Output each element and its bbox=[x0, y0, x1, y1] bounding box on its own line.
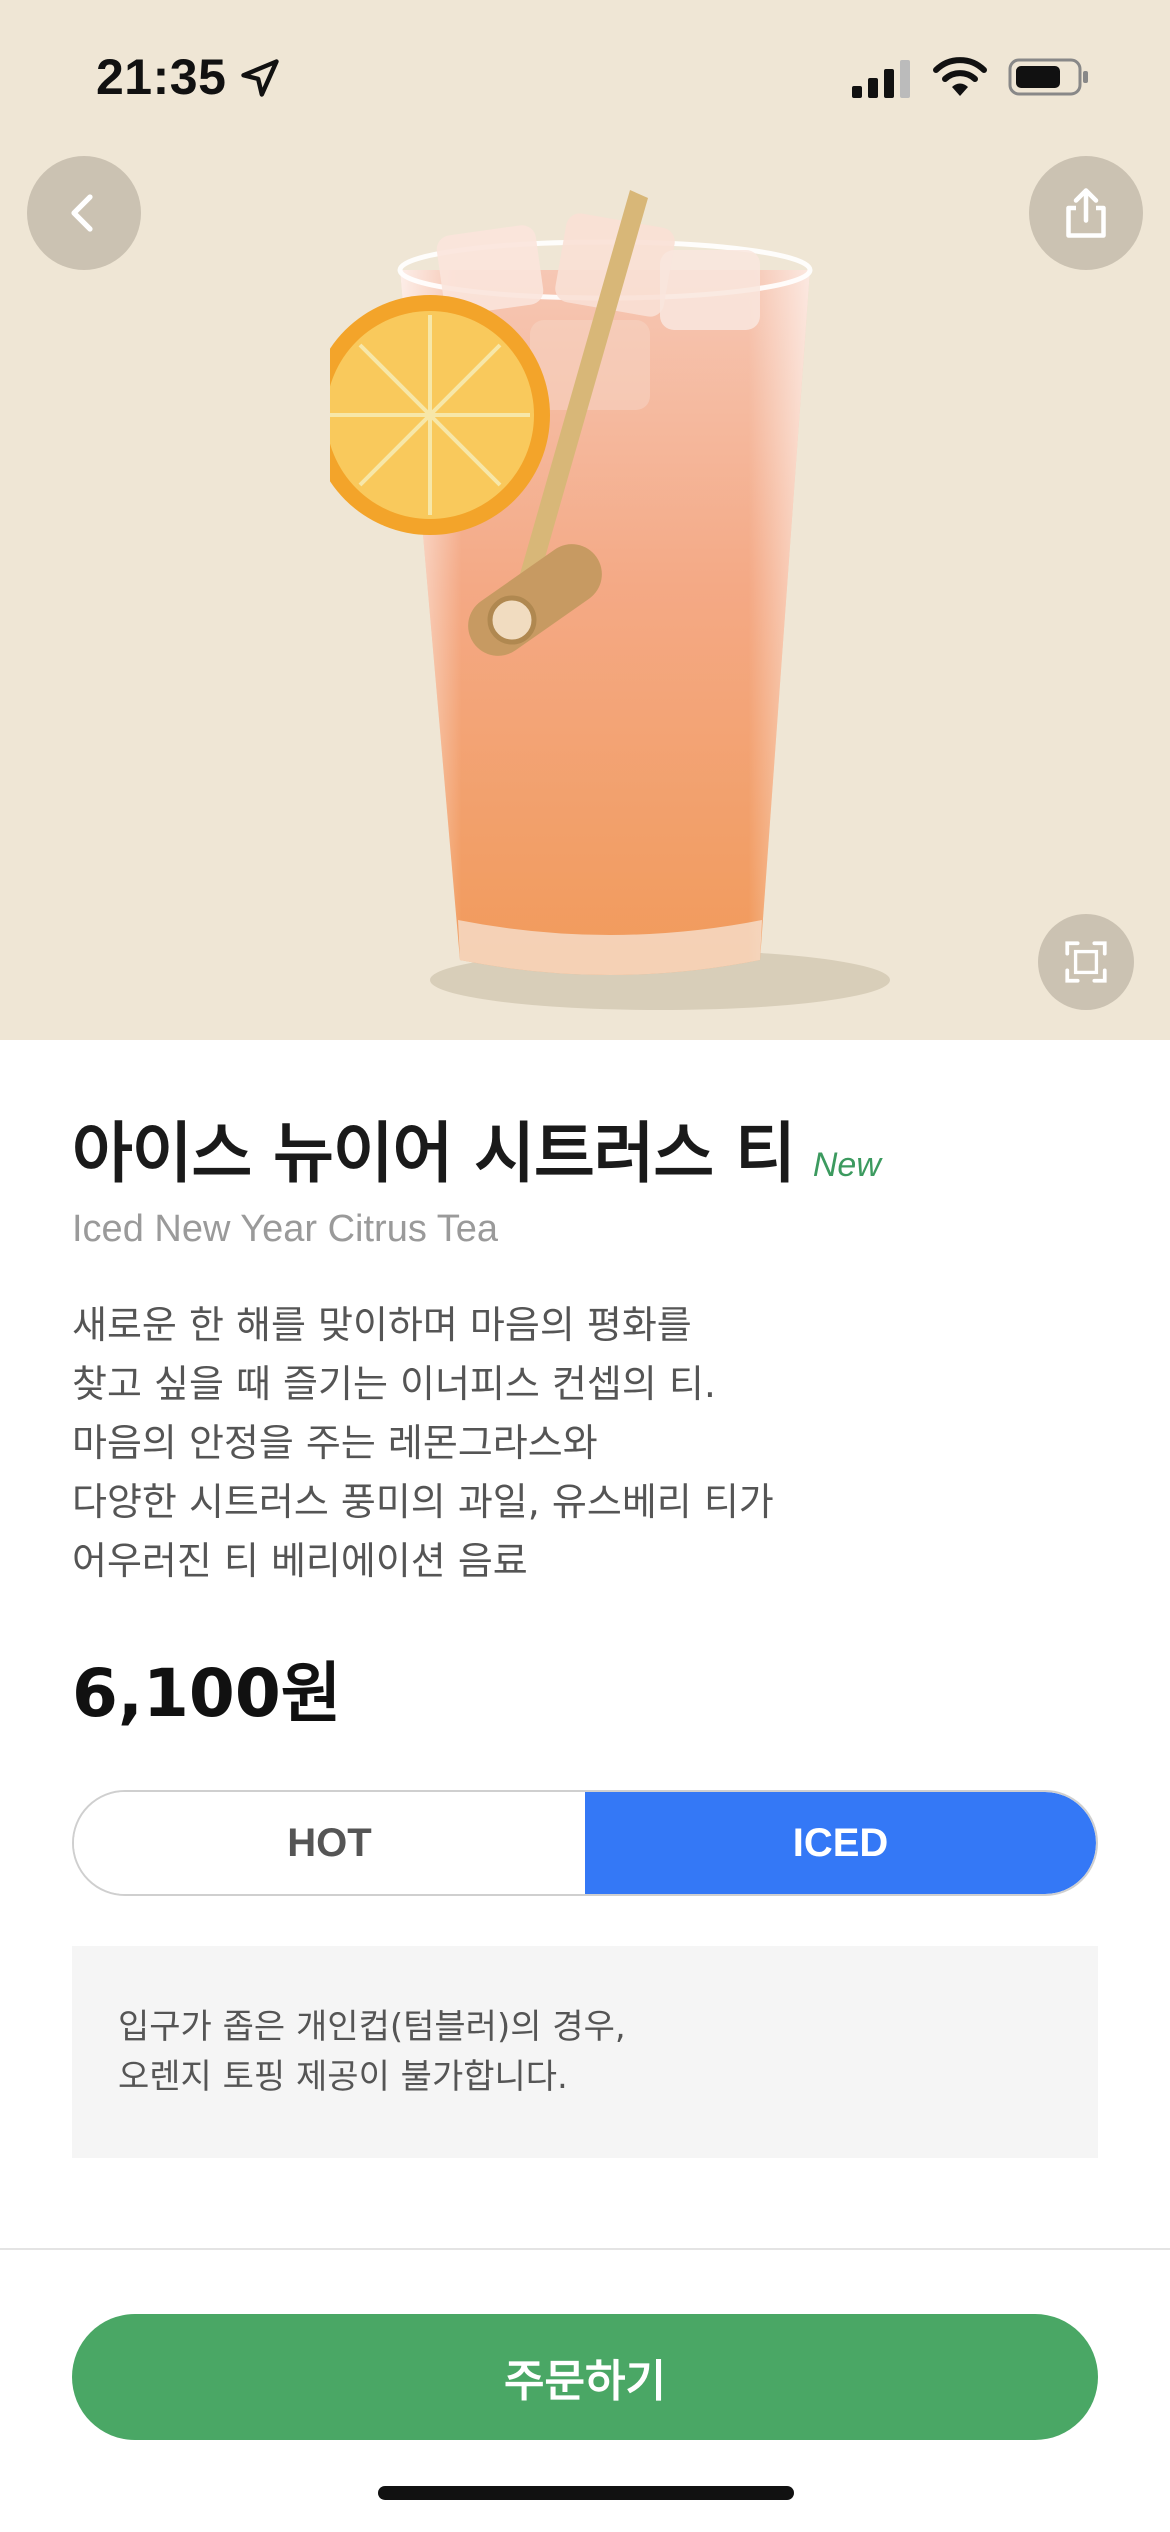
product-title-row: 아이스 뉴이어 시트러스 티 New bbox=[72, 1100, 881, 1196]
expand-icon bbox=[1065, 941, 1107, 983]
temperature-toggle: HOT ICED bbox=[72, 1790, 1098, 1896]
new-badge: New bbox=[812, 1146, 881, 1184]
drink-image bbox=[330, 190, 890, 1010]
cellular-signal-icon bbox=[852, 60, 910, 98]
product-name-english: Iced New Year Citrus Tea bbox=[72, 1208, 498, 1250]
description-line: 다양한 시트러스 풍미의 과일, 유스베리 티가 bbox=[72, 1480, 774, 1524]
description-line: 새로운 한 해를 맞이하며 마음의 평화를 bbox=[72, 1303, 692, 1347]
product-price: 6,100원 bbox=[72, 1655, 342, 1732]
status-time: 21:35 bbox=[96, 49, 227, 105]
description-line: 어우러진 티 베리에이션 음료 bbox=[72, 1539, 528, 1583]
back-icon bbox=[71, 194, 93, 232]
iced-option-button[interactable]: ICED bbox=[585, 1792, 1096, 1894]
expand-button[interactable] bbox=[1038, 914, 1134, 1010]
share-icon bbox=[1066, 188, 1106, 238]
description-line: 마음의 안정을 주는 레몬그라스와 bbox=[72, 1421, 598, 1465]
order-button[interactable]: 주문하기 bbox=[72, 2314, 1098, 2440]
battery-icon bbox=[1008, 58, 1088, 96]
product-description: 새로운 한 해를 맞이하며 마음의 평화를 찾고 싶을 때 즐기는 이너피스 컨… bbox=[72, 1296, 1092, 1591]
hot-option-button[interactable]: HOT bbox=[74, 1792, 585, 1894]
home-indicator bbox=[378, 2486, 794, 2500]
notice-box: 입구가 좁은 개인컵(텀블러)의 경우, 오렌지 토핑 제공이 불가합니다. bbox=[72, 1946, 1098, 2158]
divider bbox=[0, 2248, 1170, 2250]
location-arrow-icon bbox=[241, 59, 279, 97]
back-button[interactable] bbox=[27, 156, 141, 270]
description-line: 찾고 싶을 때 즐기는 이너피스 컨셉의 티. bbox=[72, 1362, 716, 1406]
notice-line: 오렌지 토핑 제공이 불가합니다. bbox=[118, 2057, 568, 2097]
wifi-icon bbox=[933, 57, 987, 96]
product-name: 아이스 뉴이어 시트러스 티 bbox=[72, 1115, 796, 1192]
share-button[interactable] bbox=[1029, 156, 1143, 270]
product-hero: 21:35 bbox=[0, 0, 1170, 1040]
notice-line: 입구가 좁은 개인컵(텀블러)의 경우, bbox=[118, 2007, 626, 2047]
